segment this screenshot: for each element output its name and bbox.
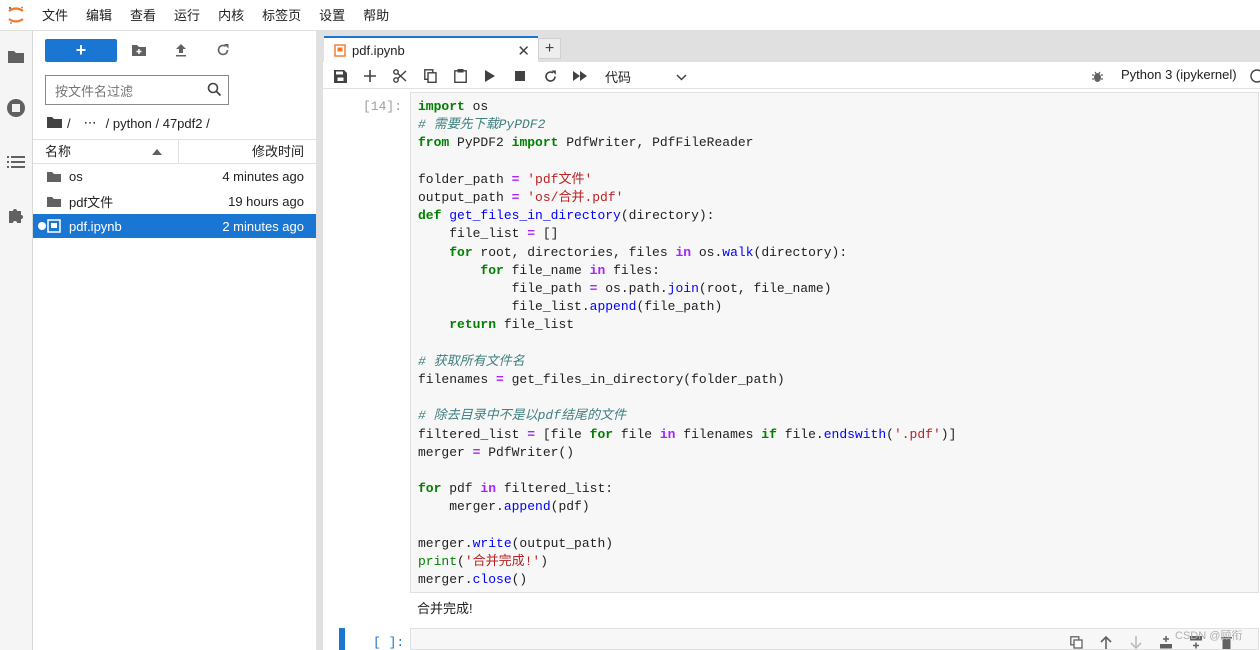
move-down-icon[interactable] [1128,634,1144,650]
file-modified: 19 hours ago [228,193,304,209]
input-prompt-empty: [ ]: [373,635,405,650]
home-folder-icon[interactable] [47,116,62,131]
restart-icon[interactable] [541,67,559,85]
insert-above-icon[interactable] [1158,634,1174,650]
chevron-down-icon [676,69,687,84]
column-modified-header[interactable]: 修改时间 [179,140,316,163]
folder-icon [47,171,69,182]
watermark: CSDN @顾衔 [1175,630,1243,642]
copy-icon[interactable] [421,67,439,85]
running-indicator-icon [38,222,46,230]
tab-notebook[interactable]: pdf.ipynb ✕ [324,36,538,62]
file-browser: + 按文件名过滤 / ⋯ / python / 47pdf2 / 名称 修改时间 [33,31,316,650]
menu-bar: 文件 编辑 查看 运行 内核 标签页 设置 帮助 [0,0,1260,31]
new-launcher-button[interactable]: + [45,39,117,62]
notebook-icon [334,43,346,57]
menu-edit[interactable]: 编辑 [76,0,120,31]
menu-file[interactable]: 文件 [32,0,76,31]
cut-icon[interactable] [391,67,409,85]
file-name: os [69,168,83,184]
filter-placeholder: 按文件名过滤 [55,83,134,99]
jupyter-logo-icon[interactable] [0,0,32,31]
input-prompt: [14]: [363,99,403,114]
file-list-header: 名称 修改时间 [33,139,316,164]
file-modified: 2 minutes ago [222,218,304,234]
code-content[interactable]: import os # 需要先下载PyPDF2 from PyPDF2 impo… [418,98,956,589]
kernel-name[interactable]: Python 3 (ipykernel) [1121,67,1237,82]
running-sessions-icon[interactable] [5,97,27,119]
list-item[interactable]: os 4 minutes ago [33,164,316,188]
search-icon [207,82,222,100]
close-icon[interactable]: ✕ [517,42,530,60]
paste-icon[interactable] [451,67,469,85]
breadcrumb-root[interactable]: / [67,116,71,131]
move-up-icon[interactable] [1098,634,1114,650]
column-name-header[interactable]: 名称 [33,140,179,163]
menu-view[interactable]: 查看 [120,0,164,31]
document-tab-bar: pdf.ipynb ✕ + [323,31,1260,62]
new-folder-icon[interactable] [130,41,148,59]
refresh-icon[interactable] [214,41,232,59]
sort-ascending-icon [152,149,162,155]
menu-tabs[interactable]: 标签页 [252,0,309,31]
notebook-toolbar: 代码 Python 3 (ipykernel) [323,62,1260,89]
fast-forward-icon[interactable] [571,67,589,85]
menu-kernel[interactable]: 内核 [208,0,252,31]
save-icon[interactable] [331,67,349,85]
breadcrumb: / ⋯ / python / 47pdf2 / [47,114,215,132]
tab-title: pdf.ipynb [352,42,405,58]
cell-type-select[interactable]: 代码 [605,67,687,85]
file-name: pdf文件 [69,194,114,210]
cell-type-value: 代码 [605,69,632,85]
folder-icon[interactable] [5,45,27,67]
active-cell-marker [339,628,345,650]
panel-splitter[interactable] [316,31,323,650]
list-item[interactable]: pdf.ipynb 2 minutes ago [33,214,316,238]
kernel-status-icon [1248,67,1260,85]
code-cell-editor[interactable]: import os # 需要先下载PyPDF2 from PyPDF2 impo… [410,92,1259,593]
list-item[interactable]: pdf文件 19 hours ago [33,189,316,213]
extension-puzzle-icon[interactable] [5,204,27,226]
notebook-icon [47,219,69,233]
file-modified: 4 minutes ago [222,168,304,184]
breadcrumb-path[interactable]: / python / 47pdf2 / [106,116,210,131]
folder-icon [47,196,69,207]
run-icon[interactable] [481,67,499,85]
breadcrumb-ellipsis[interactable]: ⋯ [84,115,97,131]
debugger-bug-icon[interactable] [1088,67,1106,85]
duplicate-cell-icon[interactable] [1068,634,1084,650]
column-modified-label: 修改时间 [251,144,304,159]
table-of-contents-icon[interactable] [5,151,27,173]
menu-help[interactable]: 帮助 [353,0,397,31]
add-tab-button[interactable]: + [538,38,561,59]
file-filter-input[interactable]: 按文件名过滤 [45,75,229,105]
stop-icon[interactable] [511,67,529,85]
menu-run[interactable]: 运行 [164,0,208,31]
insert-cell-icon[interactable] [361,67,379,85]
column-name-label: 名称 [45,144,72,159]
cell-output: 合并完成! [417,601,473,616]
activity-bar [0,31,33,650]
menu-settings[interactable]: 设置 [309,0,353,31]
notebook-panel: [14]: import os # 需要先下载PyPDF2 from PyPDF… [323,90,1260,650]
file-name: pdf.ipynb [69,218,122,234]
upload-icon[interactable] [172,41,190,59]
